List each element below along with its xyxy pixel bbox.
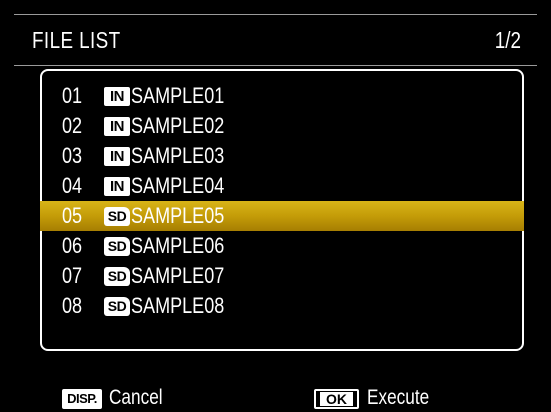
sd-card-icon: SD	[104, 236, 130, 256]
file-name: SAMPLE05	[131, 203, 225, 228]
internal-memory-icon: IN	[104, 116, 130, 136]
sd-card-icon: SD	[104, 296, 130, 316]
ok-key-icon[interactable]: OK	[314, 389, 359, 409]
file-name: SAMPLE04	[131, 173, 225, 198]
list-item[interactable]: 02 IN SAMPLE02	[42, 111, 522, 141]
disp-key-icon[interactable]: DISP.	[62, 389, 102, 409]
list-item[interactable]: 06 SD SAMPLE06	[42, 231, 522, 261]
file-name: SAMPLE07	[131, 263, 225, 288]
ok-key-label: OK	[320, 392, 353, 406]
file-number: 06	[62, 233, 83, 258]
file-number: 08	[62, 293, 83, 318]
file-number: 07	[62, 263, 83, 288]
file-list-screen: FILE LIST 1/2 01 IN SAMPLE01 02 IN SAMPL…	[0, 0, 551, 412]
list-item-selected[interactable]: 05 SD SAMPLE05	[40, 201, 524, 231]
list-item[interactable]: 03 IN SAMPLE03	[42, 141, 522, 171]
list-item[interactable]: 01 IN SAMPLE01	[42, 81, 522, 111]
execute-label: Execute	[367, 386, 430, 409]
internal-memory-icon: IN	[104, 176, 130, 196]
file-list: 01 IN SAMPLE01 02 IN SAMPLE02 03 IN SAMP…	[40, 69, 524, 351]
title-bar: FILE LIST 1/2	[14, 14, 537, 66]
internal-memory-icon: IN	[104, 146, 130, 166]
file-name: SAMPLE02	[131, 113, 225, 138]
file-name: SAMPLE08	[131, 293, 225, 318]
file-name: SAMPLE01	[131, 83, 225, 108]
file-name: SAMPLE03	[131, 143, 225, 168]
list-item[interactable]: 04 IN SAMPLE04	[42, 171, 522, 201]
sd-card-icon: SD	[104, 206, 130, 226]
sd-card-icon: SD	[104, 266, 130, 286]
file-number: 04	[62, 173, 83, 198]
file-number: 02	[62, 113, 83, 138]
file-number: 05	[62, 203, 83, 228]
file-name: SAMPLE06	[131, 233, 225, 258]
file-number: 01	[62, 83, 83, 108]
list-item[interactable]: 08 SD SAMPLE08	[42, 291, 522, 321]
cancel-label: Cancel	[109, 386, 163, 409]
list-item[interactable]: 07 SD SAMPLE07	[42, 261, 522, 291]
page-indicator: 1/2	[494, 26, 521, 53]
file-number: 03	[62, 143, 83, 168]
page-title: FILE LIST	[32, 26, 121, 53]
internal-memory-icon: IN	[104, 86, 130, 106]
